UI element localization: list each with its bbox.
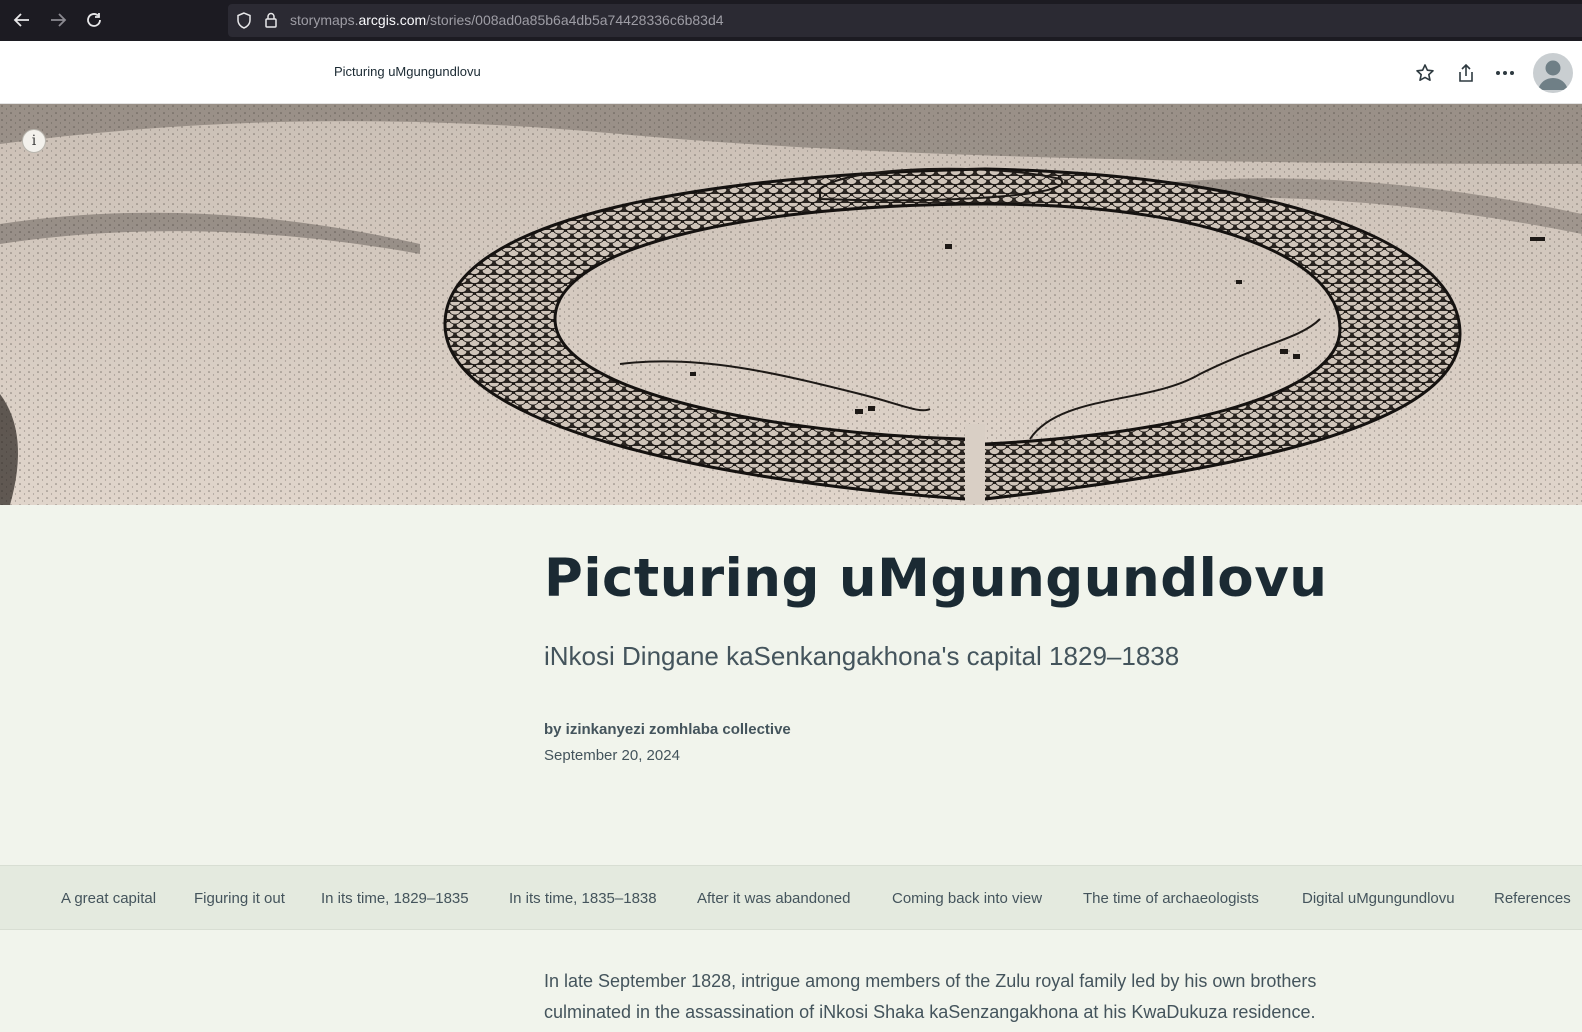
nav-item-a-great-capital[interactable]: A great capital bbox=[61, 890, 156, 907]
nav-item-references[interactable]: References bbox=[1494, 890, 1571, 907]
page-subtitle: iNkosi Dingane kaSenkangakhona's capital… bbox=[544, 641, 1180, 671]
hero-image bbox=[0, 104, 1582, 505]
url-prefix: storymaps. bbox=[290, 12, 359, 28]
nav-item-digital[interactable]: Digital uMgungundlovu bbox=[1302, 890, 1455, 907]
back-arrow-icon[interactable] bbox=[10, 8, 34, 32]
nav-item-figuring-it-out[interactable]: Figuring it out bbox=[194, 890, 285, 907]
url-path: /stories/008ad0a85b6a4db5a74428336c6b83d… bbox=[426, 12, 724, 28]
nav-item-in-its-time-1829[interactable]: In its time, 1829–1835 bbox=[321, 890, 469, 907]
shield-icon[interactable] bbox=[236, 12, 252, 34]
more-icon[interactable] bbox=[1494, 62, 1516, 84]
avatar[interactable] bbox=[1533, 53, 1573, 93]
publish-date: September 20, 2024 bbox=[544, 747, 680, 764]
page-title: Picturing uMgungundlovu bbox=[544, 548, 1328, 609]
lock-icon[interactable] bbox=[264, 12, 278, 34]
url-text: storymaps.arcgis.com/stories/008ad0a85b6… bbox=[290, 12, 724, 28]
browser-toolbar: storymaps.arcgis.com/stories/008ad0a85b6… bbox=[0, 0, 1582, 41]
intro-paragraph: In late September 1828, intrigue among m… bbox=[544, 971, 1317, 1022]
header-story-title[interactable]: Picturing uMgungundlovu bbox=[334, 64, 481, 79]
nav-item-in-its-time-1835[interactable]: In its time, 1835–1838 bbox=[509, 890, 657, 907]
share-icon[interactable] bbox=[1455, 62, 1477, 84]
author-byline: by izinkanyezi zomhlaba collective bbox=[544, 721, 791, 738]
story-header: Picturing uMgungundlovu bbox=[0, 41, 1582, 104]
url-host: arcgis.com bbox=[358, 12, 427, 28]
section-nav: A great capital Figuring it out In its t… bbox=[0, 865, 1582, 930]
nav-item-archaeologists[interactable]: The time of archaeologists bbox=[1083, 890, 1259, 907]
image-info-button[interactable]: i bbox=[22, 129, 46, 153]
reload-icon[interactable] bbox=[82, 8, 106, 32]
star-icon[interactable] bbox=[1414, 62, 1436, 84]
nav-item-coming-back[interactable]: Coming back into view bbox=[892, 890, 1042, 907]
url-bar[interactable]: storymaps.arcgis.com/stories/008ad0a85b6… bbox=[228, 4, 1582, 37]
forward-arrow-icon[interactable] bbox=[46, 8, 70, 32]
hero-illustration bbox=[0, 104, 1582, 505]
nav-item-after-abandoned[interactable]: After it was abandoned bbox=[697, 890, 850, 907]
